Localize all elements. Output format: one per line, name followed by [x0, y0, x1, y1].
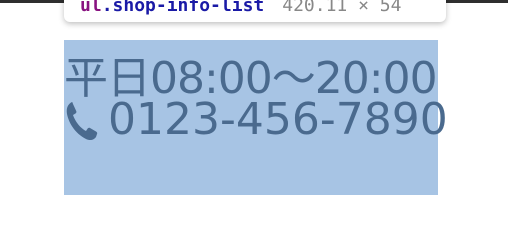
inspector-tag: ul	[80, 0, 102, 16]
phone-icon	[64, 98, 100, 142]
inspector-class-name: .shop-info-list	[101, 0, 265, 16]
phone-number: 0123-456-7890	[108, 94, 448, 145]
inspector-dimensions: 420.11 × 54	[282, 0, 402, 16]
tooltip-arrow	[154, 21, 172, 22]
shop-phone-row[interactable]: 0123-456-7890	[64, 94, 448, 145]
inspector-tooltip: ul .shop-info-list 420.11 × 54	[64, 0, 446, 22]
